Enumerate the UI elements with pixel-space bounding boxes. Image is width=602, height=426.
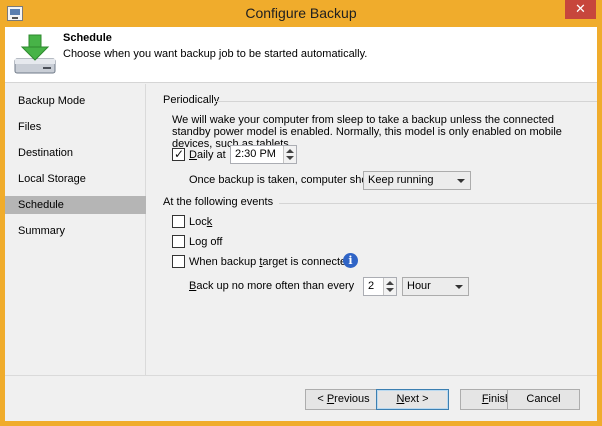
logoff-label[interactable]: Log off (189, 236, 222, 248)
page-description: Choose when you want backup job to be st… (63, 48, 368, 60)
daily-time-picker[interactable]: 2:30 PM (230, 145, 297, 164)
interval-spin-arrows[interactable] (383, 278, 396, 295)
chevron-down-icon (457, 179, 465, 183)
after-backup-label: Once backup is taken, computer should (189, 174, 383, 186)
target-connected-checkbox[interactable] (172, 255, 185, 268)
events-group-label: At the following events (163, 196, 274, 208)
target-connected-label[interactable]: When backup target is connected (189, 256, 352, 268)
window-title: Configure Backup (245, 5, 357, 21)
no-more-often-label: Back up no more often than every (189, 280, 355, 292)
wizard-footer: < Previous Next > Finish Cancel (5, 375, 597, 421)
sidebar-item-destination[interactable]: Destination (5, 144, 146, 162)
periodically-group-label: Periodically (163, 94, 220, 106)
lock-label[interactable]: Lock (189, 216, 212, 228)
logoff-checkbox[interactable] (172, 235, 185, 248)
sidebar-item-summary[interactable]: Summary (5, 222, 146, 240)
title-bar: Configure Backup ✕ (0, 0, 602, 27)
daily-at-label[interactable]: Daily at (189, 149, 226, 161)
configure-backup-window: Configure Backup ✕ Schedule Choose when … (0, 0, 602, 426)
lock-checkbox[interactable] (172, 215, 185, 228)
cancel-button[interactable]: Cancel (507, 389, 580, 410)
wizard-header: Schedule Choose when you want backup job… (5, 27, 597, 83)
sidebar-item-backup-mode[interactable]: Backup Mode (5, 92, 146, 110)
close-button[interactable]: ✕ (565, 0, 596, 19)
interval-unit-select[interactable]: Hour (402, 277, 469, 296)
previous-button[interactable]: < Previous (305, 389, 382, 410)
daily-time-value: 2:30 PM (235, 148, 276, 160)
daily-at-checkbox[interactable] (172, 147, 185, 161)
periodically-divider (215, 101, 597, 102)
sidebar-item-files[interactable]: Files (5, 118, 146, 136)
schedule-panel: Periodically We will wake your computer … (147, 84, 597, 375)
dialog-client-area: Schedule Choose when you want backup job… (5, 27, 597, 421)
chevron-down-icon (455, 285, 463, 289)
wizard-steps-sidebar: Backup Mode Files Destination Local Stor… (5, 84, 146, 375)
after-backup-select[interactable]: Keep running (363, 171, 471, 190)
page-title: Schedule (63, 32, 112, 44)
backup-drive-download-icon (14, 34, 56, 74)
next-button[interactable]: Next > (376, 389, 449, 410)
sidebar-item-schedule[interactable]: Schedule (5, 196, 146, 214)
time-spin-arrows[interactable] (283, 146, 296, 163)
events-divider (279, 203, 597, 204)
interval-value-spinner[interactable]: 2 (363, 277, 397, 296)
sidebar-item-local-storage[interactable]: Local Storage (5, 170, 146, 188)
info-icon[interactable]: i (343, 253, 358, 268)
